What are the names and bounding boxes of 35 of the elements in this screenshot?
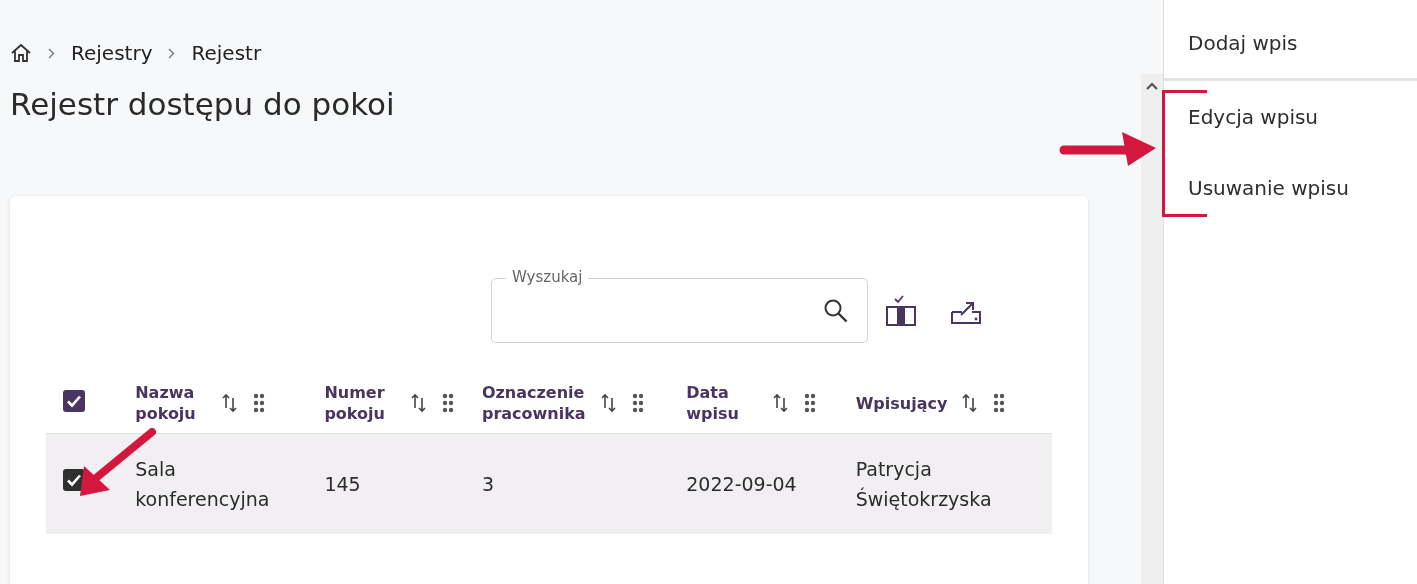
table-cell-text: 145 [324,472,361,497]
table-cell-text: Patrycja Świętokrzyska [855,457,993,512]
page-title: Rejestr dostępu do pokoi [10,85,395,124]
sort-icon[interactable] [221,392,240,414]
home-icon[interactable] [10,43,32,63]
breadcrumb-link[interactable]: Rejestr [191,41,262,65]
drag-handle-icon[interactable] [631,393,644,413]
scrollbar[interactable] [1141,74,1163,584]
drag-handle-icon[interactable] [253,393,266,413]
menu-item[interactable]: Edycja wpisu [1164,98,1417,136]
sort-icon[interactable] [410,392,429,414]
sort-icon[interactable] [772,392,791,414]
menu-item[interactable]: Usuwanie wpisu [1164,169,1417,207]
breadcrumb-link[interactable]: Rejestry [71,41,153,65]
table-cell-text: 3 [481,472,495,497]
column-header[interactable]: Wpisujący [855,392,948,414]
table-row[interactable]: Sala konferencyjna 145 3 2022-09-04 Patrycja Świętokrzyska [46,433,1052,534]
table-cell-text: Sala konferencyjna [135,457,271,512]
column-header[interactable]: Data wpisu [686,382,759,424]
drag-handle-icon[interactable] [442,393,455,413]
drag-handle-icon[interactable] [804,393,817,413]
table-cell-text: 2022-09-04 [686,472,797,497]
sort-icon[interactable] [961,392,980,414]
chevron-icon [48,47,55,59]
scroll-up-icon[interactable] [1146,82,1158,92]
chevron-icon [168,47,176,59]
drag-handle-icon[interactable] [993,393,1006,413]
column-header[interactable]: Oznaczenie pracownika [481,382,586,424]
column-header[interactable]: Nazwa pokoju [135,382,208,424]
columns-icon[interactable] [885,294,917,327]
search-icon[interactable] [823,297,849,324]
menu-item[interactable]: Dodaj wpis [1164,24,1417,81]
sort-icon[interactable] [599,392,618,414]
column-header[interactable]: Numer pokoju [324,382,397,424]
checkbox[interactable] [63,390,85,412]
